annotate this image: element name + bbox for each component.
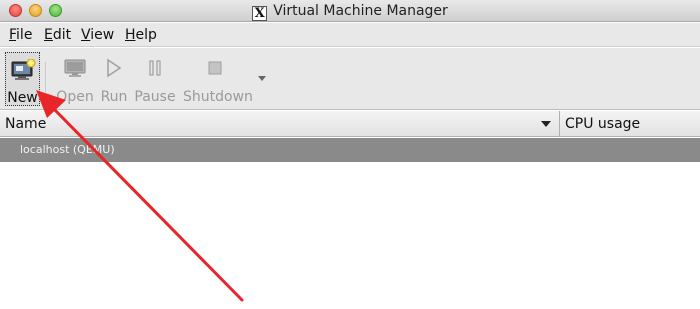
sort-arrow-icon	[541, 121, 551, 127]
shutdown-vm-label: Shutdown	[183, 89, 253, 105]
pause-vm-button[interactable]: Pause	[134, 52, 176, 106]
window-titlebar: X Virtual Machine Manager	[0, 0, 700, 22]
menu-view[interactable]: View	[81, 27, 114, 43]
x11-app-icon: X	[252, 6, 268, 21]
connection-row[interactable]: localhost (QEMU)	[0, 138, 700, 162]
run-vm-button[interactable]: Run	[100, 52, 128, 106]
menu-help-mnemonic: H	[125, 27, 136, 43]
open-vm-label: Open	[56, 89, 94, 105]
column-header-cpu-usage[interactable]: CPU usage	[560, 111, 700, 137]
menu-edit-mnemonic: E	[44, 27, 53, 43]
new-vm-label: New	[7, 90, 38, 106]
open-vm-button[interactable]: Open	[56, 52, 94, 106]
column-header-name-label: Name	[5, 116, 47, 132]
menu-help[interactable]: Help	[125, 27, 157, 43]
menu-edit[interactable]: Edit	[44, 27, 71, 43]
menu-file[interactable]: File	[9, 27, 32, 43]
shutdown-vm-button[interactable]: Shutdown	[183, 52, 253, 106]
menu-bar: File Edit View Help	[0, 23, 700, 47]
pause-icon	[149, 60, 161, 76]
stop-icon	[208, 61, 222, 75]
connection-label: localhost (QEMU)	[20, 143, 115, 156]
play-icon	[107, 58, 122, 78]
toolbar: New Open Run Pause Shutdown	[0, 48, 700, 110]
menu-view-mnemonic: V	[81, 27, 91, 43]
run-vm-label: Run	[100, 89, 128, 105]
new-vm-icon	[11, 59, 35, 80]
monitor-icon	[64, 59, 86, 77]
menu-file-mnemonic: F	[9, 27, 17, 43]
column-header-cpu-usage-label: CPU usage	[565, 116, 641, 132]
window-title-area: X Virtual Machine Manager	[0, 3, 700, 21]
menu-edit-label: dit	[52, 27, 72, 43]
menu-file-label: ile	[16, 27, 33, 43]
pause-vm-label: Pause	[134, 89, 176, 105]
column-header-name[interactable]: Name	[0, 111, 560, 137]
new-vm-button[interactable]: New	[5, 52, 40, 106]
menu-help-label: elp	[135, 27, 157, 43]
shutdown-dropdown-arrow-icon[interactable]	[258, 76, 266, 81]
window-title: Virtual Machine Manager	[273, 3, 448, 19]
toolbar-separator	[45, 62, 47, 98]
menu-view-label: iew	[90, 27, 115, 43]
